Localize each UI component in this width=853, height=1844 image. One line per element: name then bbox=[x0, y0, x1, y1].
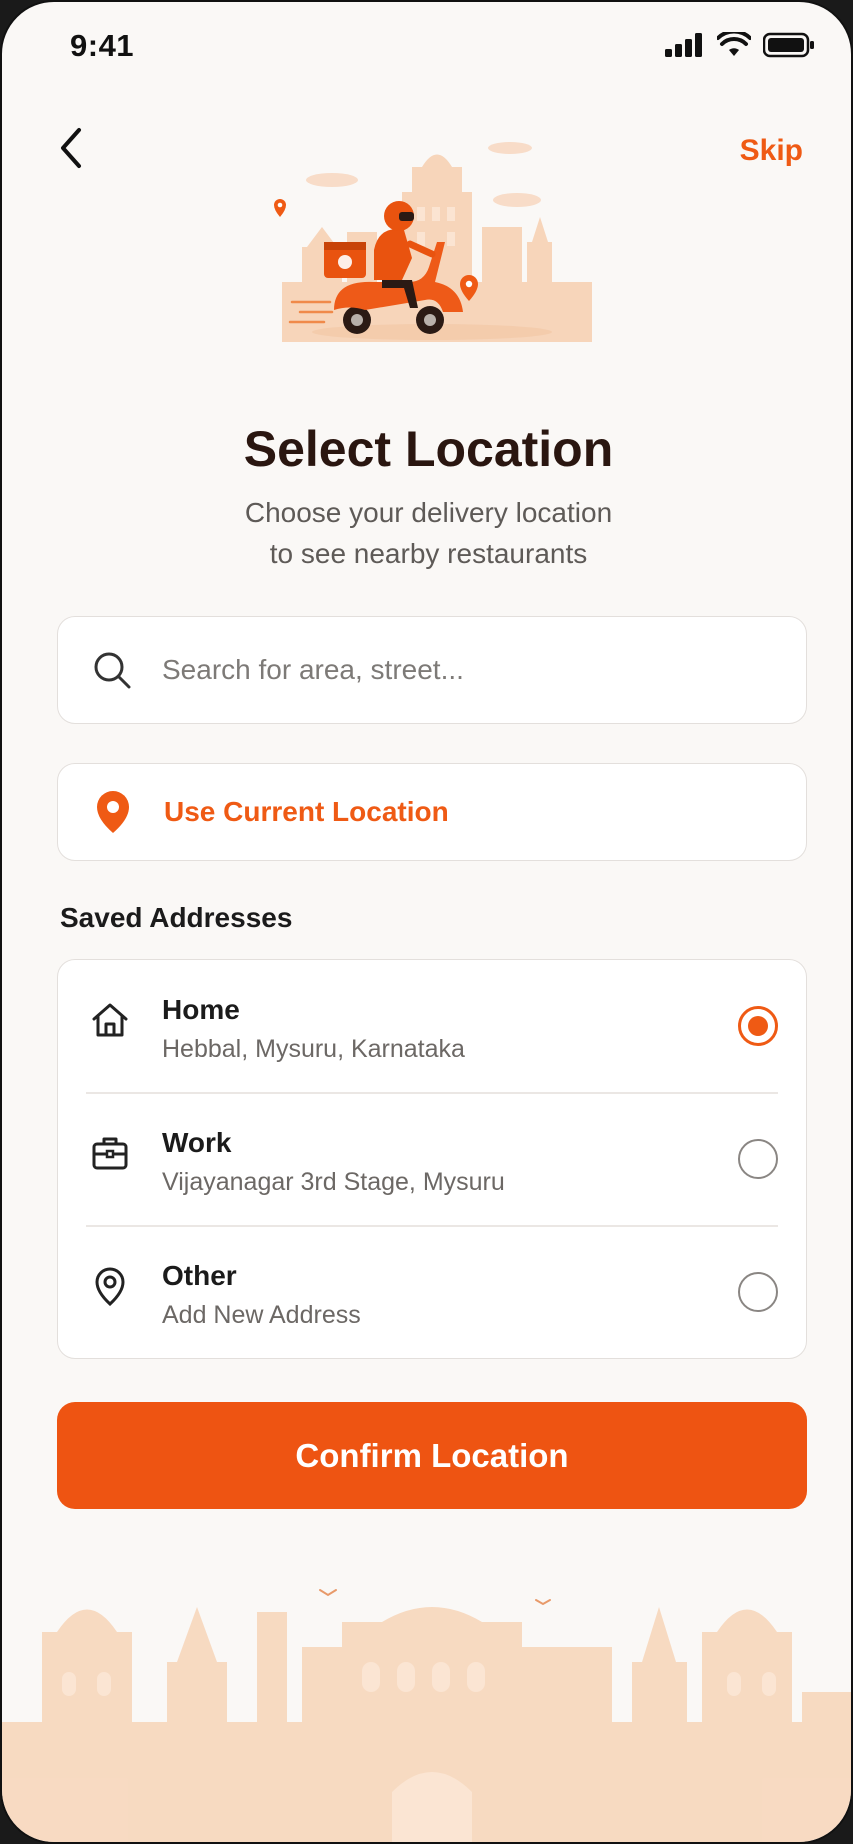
back-button[interactable] bbox=[46, 120, 96, 176]
subtitle-line-2: to see nearby restaurants bbox=[269, 538, 588, 569]
page-subtitle: Choose your delivery location to see nea… bbox=[2, 492, 851, 574]
address-item-work[interactable]: Work Vijayanagar 3rd Stage, Mysuru bbox=[58, 1093, 806, 1226]
search-input[interactable] bbox=[162, 654, 722, 686]
chevron-left-icon bbox=[61, 128, 81, 168]
address-item-other[interactable]: Other Add New Address bbox=[58, 1226, 806, 1359]
location-pin-icon bbox=[95, 1267, 125, 1306]
wifi-icon bbox=[717, 32, 751, 56]
skip-button[interactable]: Skip bbox=[740, 134, 803, 168]
address-name: Other bbox=[162, 1260, 237, 1291]
address-detail: Add New Address bbox=[162, 1301, 361, 1329]
search-box[interactable] bbox=[57, 616, 807, 724]
location-pin-icon bbox=[97, 791, 129, 833]
search-icon bbox=[94, 652, 131, 689]
briefcase-icon bbox=[92, 1137, 128, 1170]
saved-addresses-title: Saved Addresses bbox=[60, 902, 293, 933]
address-item-home[interactable]: Home Hebbal, Mysuru, Karnataka bbox=[58, 960, 806, 1093]
address-radio-work[interactable] bbox=[738, 1139, 778, 1179]
address-detail: Vijayanagar 3rd Stage, Mysuru bbox=[162, 1168, 505, 1196]
status-icons bbox=[665, 32, 815, 58]
use-current-location-label: Use Current Location bbox=[164, 796, 449, 827]
phone-screen: 9:41 Skip Select Location Choose your de… bbox=[0, 0, 853, 1844]
use-current-location-button[interactable]: Use Current Location bbox=[57, 763, 807, 861]
cellular-signal-icon bbox=[665, 33, 702, 57]
battery-icon bbox=[763, 32, 814, 58]
delivery-scooter-illustration bbox=[274, 142, 592, 342]
subtitle-line-1: Choose your delivery location bbox=[244, 497, 613, 528]
saved-addresses-list: Home Hebbal, Mysuru, Karnataka Work Vija… bbox=[57, 959, 807, 1359]
confirm-location-button[interactable]: Confirm Location bbox=[57, 1402, 807, 1509]
address-radio-other[interactable] bbox=[738, 1272, 778, 1312]
status-time: 9:41 bbox=[70, 28, 135, 63]
address-radio-home[interactable] bbox=[738, 1006, 778, 1046]
home-icon bbox=[92, 1003, 128, 1037]
address-name: Work bbox=[162, 1127, 232, 1158]
palace-skyline-illustration bbox=[2, 1589, 851, 1842]
address-detail: Hebbal, Mysuru, Karnataka bbox=[162, 1035, 465, 1063]
address-name: Home bbox=[162, 994, 240, 1025]
page-title: Select Location bbox=[243, 421, 614, 477]
